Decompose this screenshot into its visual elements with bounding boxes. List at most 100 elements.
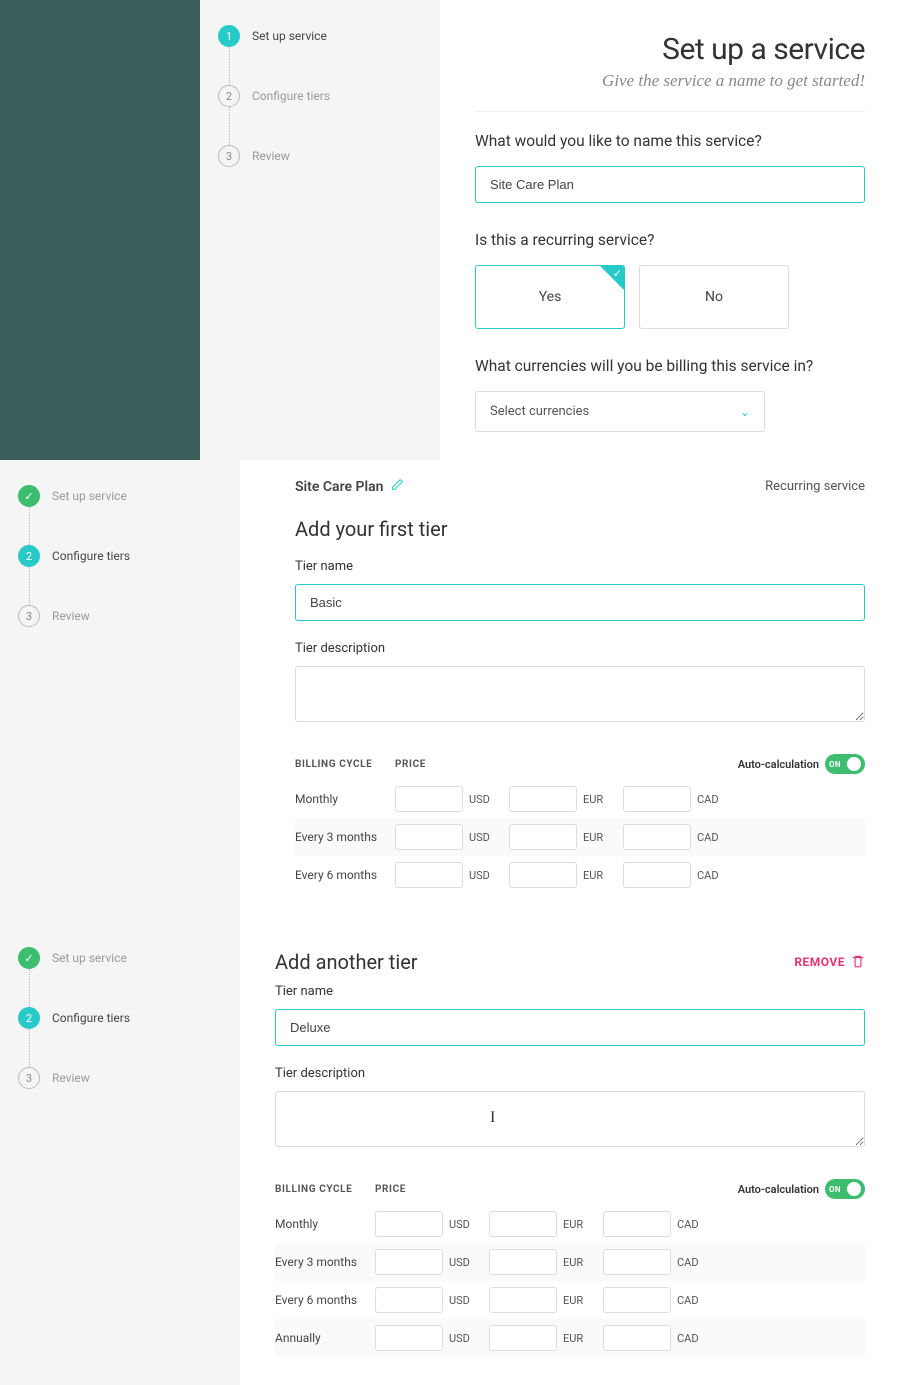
tier-heading: Add your first tier bbox=[295, 517, 865, 541]
price-row: Annually USD EUR CAD bbox=[275, 1319, 865, 1357]
service-name-input[interactable] bbox=[475, 166, 865, 203]
price-input[interactable] bbox=[395, 786, 463, 812]
currency-label: CAD bbox=[697, 793, 727, 806]
currency-label: EUR bbox=[563, 1256, 593, 1269]
price-input[interactable] bbox=[489, 1249, 557, 1275]
price-cell: USD bbox=[375, 1325, 485, 1351]
remove-tier-button[interactable]: REMOVE bbox=[794, 954, 865, 971]
option-text: No bbox=[705, 289, 723, 305]
price-cell: CAD bbox=[603, 1249, 713, 1275]
currency-label: USD bbox=[449, 1332, 479, 1345]
price-input[interactable] bbox=[489, 1211, 557, 1237]
step-setup-service[interactable]: ✓ Set up service bbox=[18, 947, 222, 969]
currency-label: CAD bbox=[677, 1332, 707, 1345]
price-input[interactable] bbox=[603, 1211, 671, 1237]
step-configure-tiers[interactable]: 2 Configure tiers bbox=[18, 545, 222, 567]
price-input[interactable] bbox=[603, 1325, 671, 1351]
service-type-label: Recurring service bbox=[765, 479, 865, 494]
plan-name: Site Care Plan bbox=[295, 478, 404, 495]
currency-label: EUR bbox=[563, 1332, 593, 1345]
price-input[interactable] bbox=[509, 786, 577, 812]
currency-label: EUR bbox=[583, 831, 613, 844]
step-number-icon: 2 bbox=[18, 1007, 40, 1029]
billing-cycle-label: Every 6 months bbox=[295, 868, 395, 882]
price-cell: USD bbox=[375, 1249, 485, 1275]
wizard-sidebar: 1 Set up service 2 Configure tiers 3 Rev… bbox=[200, 0, 440, 460]
step-label: Configure tiers bbox=[52, 549, 130, 563]
currency-label: CAD bbox=[697, 831, 727, 844]
tier-name-input[interactable] bbox=[275, 1009, 865, 1046]
step-number-icon: 3 bbox=[18, 605, 40, 627]
step-setup-service[interactable]: ✓ Set up service bbox=[18, 485, 222, 507]
price-cell: EUR bbox=[489, 1287, 599, 1313]
price-input[interactable] bbox=[395, 862, 463, 888]
price-input[interactable] bbox=[375, 1211, 443, 1237]
currency-label: CAD bbox=[677, 1294, 707, 1307]
step-review[interactable]: 3 Review bbox=[18, 605, 222, 627]
step-setup-service[interactable]: 1 Set up service bbox=[218, 25, 422, 47]
price-input[interactable] bbox=[395, 824, 463, 850]
price-cell: EUR bbox=[509, 824, 619, 850]
tier-desc-label: Tier description bbox=[275, 1066, 865, 1081]
step-label: Configure tiers bbox=[52, 1011, 130, 1025]
price-row: Every 3 monthsUSDEURCAD bbox=[275, 1243, 865, 1281]
price-cell: USD bbox=[395, 862, 505, 888]
edit-icon[interactable] bbox=[391, 478, 404, 495]
currencies-select[interactable]: Select currencies ⌄ bbox=[475, 391, 765, 432]
price-input[interactable] bbox=[375, 1287, 443, 1313]
step-configure-tiers[interactable]: 2 Configure tiers bbox=[218, 85, 422, 107]
price-row: Every 3 monthsUSDEURCAD bbox=[295, 818, 865, 856]
billing-cycle-label: Monthly bbox=[295, 792, 395, 806]
price-input[interactable] bbox=[509, 824, 577, 850]
price-input[interactable] bbox=[489, 1287, 557, 1313]
check-icon bbox=[600, 266, 624, 290]
select-placeholder: Select currencies bbox=[490, 404, 589, 419]
chevron-down-icon: ⌄ bbox=[740, 405, 750, 419]
price-input[interactable] bbox=[375, 1325, 443, 1351]
step-label: Review bbox=[52, 1071, 90, 1085]
autocalc-toggle[interactable]: ON bbox=[825, 754, 865, 774]
step-label: Review bbox=[52, 609, 90, 623]
step-review[interactable]: 3 Review bbox=[218, 145, 422, 167]
price-input[interactable] bbox=[623, 862, 691, 888]
check-icon: ✓ bbox=[18, 947, 40, 969]
price-input[interactable] bbox=[623, 824, 691, 850]
tier-name-input[interactable] bbox=[295, 584, 865, 621]
price-cell: EUR bbox=[509, 862, 619, 888]
price-input[interactable] bbox=[623, 786, 691, 812]
price-input[interactable] bbox=[375, 1249, 443, 1275]
tier-heading: Add another tier bbox=[275, 950, 418, 974]
price-input[interactable] bbox=[489, 1325, 557, 1351]
tier-desc-label: Tier description bbox=[295, 641, 865, 656]
option-text: Yes bbox=[539, 289, 562, 305]
text-cursor-icon: I bbox=[490, 1109, 495, 1127]
price-cell: EUR bbox=[489, 1249, 599, 1275]
step-configure-tiers[interactable]: 2 Configure tiers bbox=[18, 1007, 222, 1029]
col-billing-cycle: BILLING CYCLE bbox=[275, 1184, 375, 1195]
step-number-icon: 1 bbox=[218, 25, 240, 47]
price-input[interactable] bbox=[603, 1287, 671, 1313]
col-billing-cycle: BILLING CYCLE bbox=[295, 759, 395, 770]
currency-label: EUR bbox=[583, 869, 613, 882]
step-number-icon: 2 bbox=[218, 85, 240, 107]
price-input[interactable] bbox=[509, 862, 577, 888]
price-input[interactable] bbox=[603, 1249, 671, 1275]
col-price: PRICE bbox=[375, 1184, 425, 1195]
billing-cycle-label: Annually bbox=[275, 1331, 375, 1345]
currencies-label: What currencies will you be billing this… bbox=[475, 357, 865, 375]
wizard-sidebar: ✓ Set up service 2 Configure tiers 3 Rev… bbox=[0, 460, 240, 922]
trash-icon bbox=[851, 954, 865, 971]
billing-cycle-label: Every 6 months bbox=[275, 1293, 375, 1307]
background-filler bbox=[0, 0, 200, 460]
tier-desc-input[interactable] bbox=[275, 1091, 865, 1147]
tier-desc-input[interactable] bbox=[295, 666, 865, 722]
currency-label: EUR bbox=[563, 1218, 593, 1231]
autocalc-label: Auto-calculation bbox=[738, 758, 819, 771]
recurring-yes-option[interactable]: Yes bbox=[475, 265, 625, 329]
check-icon: ✓ bbox=[18, 485, 40, 507]
price-cell: USD bbox=[375, 1287, 485, 1313]
step-review[interactable]: 3 Review bbox=[18, 1067, 222, 1089]
autocalc-toggle[interactable]: ON bbox=[825, 1179, 865, 1199]
recurring-label: Is this a recurring service? bbox=[475, 231, 865, 249]
recurring-no-option[interactable]: No bbox=[639, 265, 789, 329]
